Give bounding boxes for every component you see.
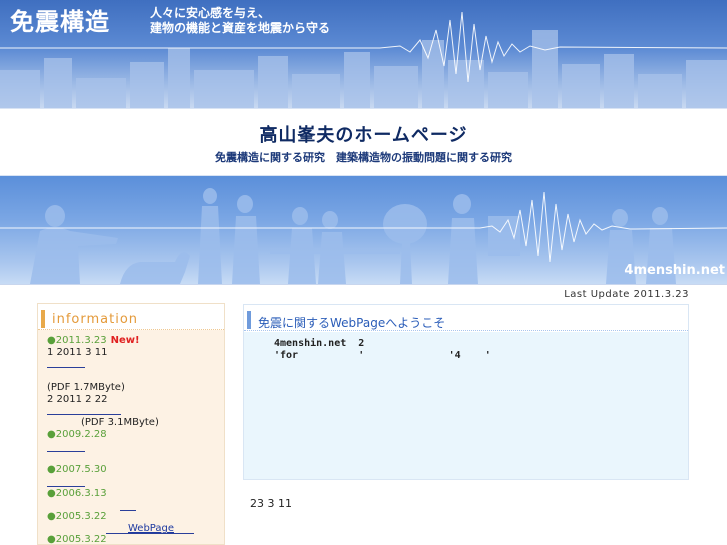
- heading-accent-bar: [247, 311, 251, 329]
- bottom-date-note: 23 3 11: [250, 497, 292, 510]
- slogan-line-1: 人々に安心感を与え、: [150, 6, 271, 20]
- news-link-underline[interactable]: [120, 510, 136, 511]
- list-item[interactable]: ●2005.3.22: [47, 534, 107, 545]
- news-date: 2011.3.23: [55, 335, 107, 346]
- information-sidebar: information ●2011.3.23 New! 1 2011 3 11 (…: [37, 303, 225, 545]
- site-logo[interactable]: 免震構造: [10, 3, 142, 41]
- last-update-text: Last Update 2011.3.23: [564, 289, 689, 300]
- news-date: 2005.3.22: [55, 511, 107, 522]
- news-date: 2009.2.28: [55, 429, 107, 440]
- bullet-icon: ●: [47, 534, 56, 545]
- news-date: 2005.3.22: [55, 534, 107, 545]
- list-item[interactable]: ●2009.2.28: [47, 429, 107, 441]
- update-bar: Last Update 2011.3.23: [0, 284, 727, 304]
- list-item[interactable]: (PDF 1.7MByte): [47, 382, 125, 394]
- bullet-icon: ●: [47, 335, 56, 346]
- news-link-underline[interactable]: [106, 533, 194, 534]
- news-text: (PDF 1.7MByte): [47, 382, 125, 393]
- site-domain-mark: 4menshin.net: [624, 263, 725, 278]
- panel-body: 4menshin.net 2 'for ' '4 ': [244, 332, 688, 479]
- list-item[interactable]: 2 2011 2 22: [47, 394, 107, 406]
- sidebar-heading: information: [38, 304, 224, 330]
- welcome-line-2: 'for ' '4 ': [274, 350, 491, 361]
- news-link-underline[interactable]: [47, 486, 85, 487]
- news-date: 2006.3.13: [55, 488, 107, 499]
- sidebar-heading-label: information: [52, 312, 139, 327]
- panel-heading-label: 免震に関するWebPageへようこそ: [258, 316, 446, 330]
- slogan-line-2: 建物の機能と資産を地震から守る: [150, 21, 331, 35]
- new-badge: New!: [110, 335, 140, 346]
- news-text: 1 2011 3 11: [47, 347, 108, 358]
- welcome-line-1: 4menshin.net 2: [274, 338, 365, 349]
- bullet-icon: ●: [47, 511, 56, 522]
- bullet-icon: ●: [47, 429, 56, 440]
- people-silhouettes-graphic: [0, 188, 727, 284]
- news-link-underline[interactable]: [47, 367, 85, 368]
- news-link-underline[interactable]: [47, 414, 121, 415]
- list-item[interactable]: (PDF 3.1MByte): [81, 417, 159, 429]
- bullet-icon: ●: [47, 488, 56, 499]
- list-item[interactable]: ●2011.3.23 New!: [47, 335, 140, 347]
- list-item[interactable]: 1 2011 3 11: [47, 347, 107, 359]
- news-text: (PDF 3.1MByte): [81, 417, 159, 428]
- list-item[interactable]: ●2006.3.13: [47, 488, 107, 500]
- people-banner: 4menshin.net: [0, 176, 727, 284]
- list-item[interactable]: ●2007.5.30: [47, 464, 107, 476]
- page-title: 高山峯夫のホームページ: [259, 125, 468, 146]
- bullet-icon: ●: [47, 464, 56, 475]
- list-item[interactable]: ●2005.3.22: [47, 511, 107, 523]
- heading-accent-bar: [41, 310, 45, 328]
- news-text: 2 2011 2 22: [47, 394, 108, 405]
- page-subtitle: 免震構造に関する研究 建築構造物の振動問題に関する研究: [215, 151, 512, 164]
- title-band: 高山峯夫のホームページ 免震構造に関する研究 建築構造物の振動問題に関する研究: [0, 108, 727, 176]
- header-banner: 免震構造 人々に安心感を与え、 建物の機能と資産を地震から守る: [0, 0, 727, 108]
- site-slogan: 人々に安心感を与え、 建物の機能と資産を地震から守る: [150, 6, 390, 36]
- news-link-underline[interactable]: [47, 451, 85, 452]
- news-date: 2007.5.30: [55, 464, 107, 475]
- welcome-panel: 免震に関するWebPageへようこそ 4menshin.net 2 'for '…: [243, 304, 689, 480]
- panel-heading: 免震に関するWebPageへようこそ: [244, 305, 688, 331]
